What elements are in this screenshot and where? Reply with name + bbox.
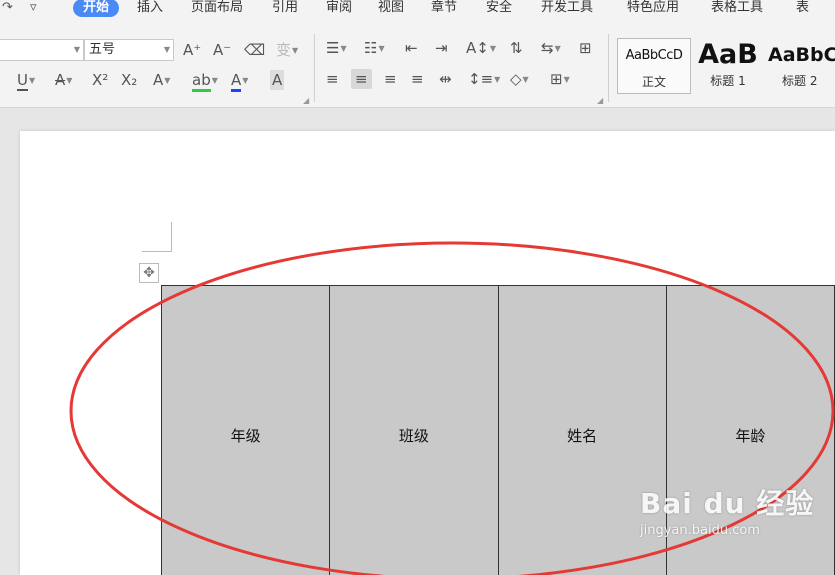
table-cell-class[interactable]: 班级 <box>329 285 499 575</box>
table-cell-grade[interactable]: 年级 <box>160 285 331 575</box>
char-shading-icon[interactable]: A <box>270 70 285 90</box>
font-name-combo[interactable]: ▼ <box>0 39 84 61</box>
menu-tab-review[interactable]: 审阅 <box>326 0 352 16</box>
menu-tab-view[interactable]: 视图 <box>378 0 404 16</box>
align-left-icon[interactable]: ≡ <box>326 69 339 89</box>
style-label: 标题 2 <box>782 74 818 88</box>
highlight-icon[interactable]: ab▼ <box>192 70 218 92</box>
paragraph-dialog-launcher-icon[interactable]: ◢ <box>597 96 603 105</box>
redo-icon[interactable]: ↷ <box>2 0 13 16</box>
font-color-icon[interactable]: A▼ <box>231 70 248 92</box>
watermark-site: jingyan.baidu.com <box>640 523 760 538</box>
menu-tab-references[interactable]: 引用 <box>272 0 298 16</box>
font-size-value: 五号 <box>89 42 116 57</box>
justify-icon[interactable]: ≡ <box>411 69 424 89</box>
style-heading-1[interactable]: AaB 标题 1 <box>694 38 762 94</box>
increase-indent-icon[interactable]: ⇥ <box>435 38 448 58</box>
table-grid-icon[interactable]: ⊞ <box>579 38 592 58</box>
menu-bar: ↷ ▿ 开始 插入 页面布局 引用 审阅 视图 章节 安全 开发工具 特色应用 … <box>0 0 835 18</box>
menu-tab-developer[interactable]: 开发工具 <box>541 0 593 16</box>
chevron-down-icon: ▼ <box>163 45 170 54</box>
borders-icon[interactable]: ⊞▼ <box>550 69 570 90</box>
style-label: 正文 <box>641 75 666 89</box>
menu-tab-security[interactable]: 安全 <box>486 0 512 16</box>
clear-format-icon[interactable]: ⌫ <box>244 40 265 60</box>
menu-tab-table-style[interactable]: 表 <box>796 0 809 16</box>
menu-tab-insert[interactable]: 插入 <box>137 0 163 16</box>
menu-tab-special-apps[interactable]: 特色应用 <box>627 0 679 16</box>
underline-icon[interactable]: U▼ <box>17 70 35 91</box>
font-dialog-launcher-icon[interactable]: ◢ <box>303 96 309 105</box>
sort-icon[interactable]: ⇅ <box>510 38 523 58</box>
line-spacing-icon[interactable]: ↕≡▼ <box>468 69 500 90</box>
chevron-down-icon: ▼ <box>73 45 80 54</box>
style-heading-2[interactable]: AaBbC 标题 2 <box>766 38 835 94</box>
decrease-indent-icon[interactable]: ⇤ <box>405 38 418 58</box>
style-label: 标题 1 <box>710 74 746 88</box>
watermark: Bai du 经验 jingyan.baidu.com <box>640 486 820 558</box>
text-direction-icon[interactable]: A↕▼ <box>466 38 496 59</box>
font-size-combo[interactable]: 五号 ▼ <box>84 39 174 61</box>
text-effect-icon[interactable]: A▼ <box>153 70 170 91</box>
quick-access-more-icon[interactable]: ▿ <box>30 0 37 16</box>
margin-corner-mark <box>142 251 172 252</box>
subscript-icon[interactable]: X₂ <box>121 70 137 90</box>
shading-icon[interactable]: ◇▼ <box>510 69 529 90</box>
strikethrough-icon[interactable]: A▼ <box>55 70 72 91</box>
separator <box>314 34 315 102</box>
menu-tab-section[interactable]: 章节 <box>431 0 457 16</box>
margin-corner-mark <box>171 222 172 252</box>
table-move-handle-icon[interactable]: ✥ <box>139 263 159 283</box>
style-normal[interactable]: AaBbCcD 正文 <box>617 38 691 94</box>
menu-tab-table-tools[interactable]: 表格工具 <box>711 0 763 16</box>
bullet-list-icon[interactable]: ☰▼ <box>326 38 347 59</box>
shrink-font-icon[interactable]: A⁻ <box>213 40 231 60</box>
separator <box>608 34 609 102</box>
show-marks-icon[interactable]: ⇆▼ <box>541 38 561 59</box>
align-right-icon[interactable]: ≡ <box>384 69 397 89</box>
align-center-icon[interactable]: ≡ <box>351 69 372 89</box>
distribute-icon[interactable]: ⇹ <box>439 69 452 89</box>
grow-font-icon[interactable]: A⁺ <box>183 40 201 60</box>
superscript-icon[interactable]: X² <box>92 70 108 90</box>
phonetic-guide-icon[interactable]: 变▼ <box>276 40 298 61</box>
menu-tab-page-layout[interactable]: 页面布局 <box>191 0 243 16</box>
watermark-logo: Bai du 经验 <box>640 487 815 520</box>
menu-tab-home[interactable]: 开始 <box>73 0 120 17</box>
numbered-list-icon[interactable]: ☷▼ <box>364 38 385 59</box>
